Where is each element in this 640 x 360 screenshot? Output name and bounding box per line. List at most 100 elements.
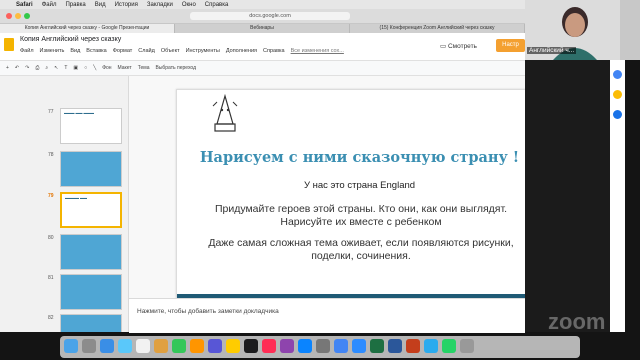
address-bar[interactable]: docs.google.com xyxy=(190,12,350,20)
app-menu-insert[interactable]: Вставка xyxy=(86,48,106,54)
photos-icon[interactable] xyxy=(190,339,204,353)
app-menu-format[interactable]: Формат xyxy=(113,48,133,54)
appstore-icon[interactable] xyxy=(298,339,312,353)
safari-icon[interactable] xyxy=(100,339,114,353)
tab-webinars[interactable]: Вебинары xyxy=(175,24,350,33)
slide-thumbnail[interactable] xyxy=(60,234,122,270)
books-icon[interactable] xyxy=(226,339,240,353)
calendar-icon[interactable] xyxy=(613,70,622,79)
slide-thumb-item[interactable]: 78 xyxy=(0,149,128,192)
app-menu-tools[interactable]: Инструменты xyxy=(186,48,220,54)
menu-help[interactable]: Справка xyxy=(205,2,229,8)
tab-zoom[interactable]: (15) Конференция Zoom Английский через с… xyxy=(350,24,525,33)
maps-icon[interactable] xyxy=(208,339,222,353)
slide-number: 77 xyxy=(48,109,54,115)
whatsapp-icon[interactable] xyxy=(442,339,456,353)
powerpoint-icon[interactable] xyxy=(406,339,420,353)
slide-thumbnail[interactable]: ▬▬▬ ▬▬ ▬▬▬ xyxy=(60,108,122,144)
app-menu-slide[interactable]: Слайд xyxy=(138,48,155,54)
slide-number: 79 xyxy=(48,193,54,199)
app-menu-file[interactable]: Файл xyxy=(20,48,34,54)
slide-paragraph-1[interactable]: Придумайте героев этой страны. Кто они, … xyxy=(191,203,531,228)
app-menu-edit[interactable]: Изменить xyxy=(40,48,65,54)
participant-video[interactable]: Английский ч... xyxy=(525,0,640,60)
share-label: Настр xyxy=(502,42,519,48)
slide-title[interactable]: Нарисуем с ними сказочную страну ! xyxy=(177,149,542,166)
slide-thumb-item[interactable]: 82 xyxy=(0,312,128,332)
line-icon[interactable]: ╲ xyxy=(93,65,96,71)
print-icon[interactable]: ⎙ xyxy=(35,65,39,71)
shape-icon[interactable]: ○ xyxy=(84,65,87,71)
tv-icon[interactable] xyxy=(244,339,258,353)
zoom-watermark: zoom xyxy=(548,309,606,334)
toolbar-layout[interactable]: Макет xyxy=(118,65,132,71)
app-menu-help[interactable]: Справка xyxy=(263,48,285,54)
telegram-icon[interactable] xyxy=(424,339,438,353)
menu-history[interactable]: История xyxy=(115,2,138,8)
mail-icon[interactable] xyxy=(118,339,132,353)
toolbar-background[interactable]: Фон xyxy=(102,65,111,71)
browser-toolbar: docs.google.com xyxy=(0,9,525,24)
toolbar-transition[interactable]: Выбрать переход xyxy=(155,65,196,71)
image-icon[interactable]: ▣ xyxy=(73,65,78,71)
present-button[interactable]: ▭ Смотреть xyxy=(440,42,477,50)
document-title[interactable]: Копия Английский через сказку xyxy=(20,36,121,43)
add-icon[interactable]: + xyxy=(6,65,9,71)
menu-view[interactable]: Вид xyxy=(95,2,106,8)
menu-file[interactable]: Файл xyxy=(42,2,57,8)
saved-status-link[interactable]: Все изменения сох... xyxy=(291,48,344,54)
slide-paragraph-2[interactable]: Даже самая сложная тема оживает, если по… xyxy=(191,237,531,262)
menu-bookmarks[interactable]: Закладки xyxy=(147,2,173,8)
app-menu-addons[interactable]: Дополнения xyxy=(226,48,257,54)
podcasts-icon[interactable] xyxy=(280,339,294,353)
slide-thumbnail[interactable] xyxy=(60,314,122,332)
maximize-window-icon[interactable] xyxy=(24,13,30,19)
zoom-app-icon[interactable] xyxy=(352,339,366,353)
toolbar-theme[interactable]: Тема xyxy=(138,65,150,71)
slides-header: Копия Английский через сказку Файл Измен… xyxy=(0,33,525,61)
word-icon[interactable] xyxy=(388,339,402,353)
slide-thumbnail-selected[interactable]: ▬▬▬▬ ▬▬ xyxy=(60,192,122,228)
textbox-icon[interactable]: T xyxy=(64,65,67,71)
edit-toolbar: + ↶ ↷ ⎙ ⌕ ↖ T ▣ ○ ╲ Фон Макет Тема Выбра… xyxy=(0,61,525,76)
messages-icon[interactable] xyxy=(172,339,186,353)
excel-icon[interactable] xyxy=(370,339,384,353)
slide-thumb-item[interactable]: 79 ▬▬▬▬ ▬▬ xyxy=(0,190,128,233)
trash-icon[interactable] xyxy=(460,339,474,353)
slide-thumbnail[interactable] xyxy=(60,274,122,310)
slide-subtitle[interactable]: У нас это страна England xyxy=(177,180,542,191)
music-icon[interactable] xyxy=(262,339,276,353)
undo-icon[interactable]: ↶ xyxy=(15,65,19,71)
menu-edit[interactable]: Правка xyxy=(65,2,85,8)
app-menu-view[interactable]: Вид xyxy=(70,48,80,54)
select-icon[interactable]: ↖ xyxy=(54,65,58,71)
tab-slides[interactable]: Копия Английский через сказку - Google П… xyxy=(0,24,175,33)
redo-icon[interactable]: ↷ xyxy=(25,65,29,71)
finder-icon[interactable] xyxy=(64,339,78,353)
speaker-notes[interactable]: Нажмите, чтобы добавить заметки докладчи… xyxy=(129,298,525,333)
tasks-icon[interactable] xyxy=(613,110,622,119)
keep-icon[interactable] xyxy=(613,90,622,99)
present-label: Смотреть xyxy=(447,43,477,50)
slides-logo-icon[interactable] xyxy=(4,38,14,51)
minimize-window-icon[interactable] xyxy=(15,13,21,19)
current-slide[interactable]: Нарисуем с ними сказочную страну ! У нас… xyxy=(176,89,543,300)
notes-icon[interactable] xyxy=(154,339,168,353)
slide-thumbnail[interactable] xyxy=(60,151,122,187)
slide-thumb-item[interactable]: 77 ▬▬▬ ▬▬ ▬▬▬ xyxy=(0,106,128,149)
speaker-notes-placeholder: Нажмите, чтобы добавить заметки докладчи… xyxy=(137,308,279,315)
browser-tabs: Копия Английский через сказку - Google П… xyxy=(0,24,525,33)
menu-window[interactable]: Окно xyxy=(182,2,196,8)
slide-number: 82 xyxy=(48,315,54,321)
share-button[interactable]: Настр xyxy=(496,39,525,52)
launchpad-icon[interactable] xyxy=(82,339,96,353)
settings-icon[interactable] xyxy=(316,339,330,353)
slide-thumb-item[interactable]: 80 xyxy=(0,232,128,275)
close-window-icon[interactable] xyxy=(6,13,12,19)
zoom-icon[interactable]: ⌕ xyxy=(45,65,48,71)
menu-app-name[interactable]: Safari xyxy=(16,2,33,8)
app-menu-object[interactable]: Объект xyxy=(161,48,180,54)
chrome-icon[interactable] xyxy=(334,339,348,353)
calendar-app-icon[interactable] xyxy=(136,339,150,353)
slide-thumb-item[interactable]: 81 xyxy=(0,272,128,315)
